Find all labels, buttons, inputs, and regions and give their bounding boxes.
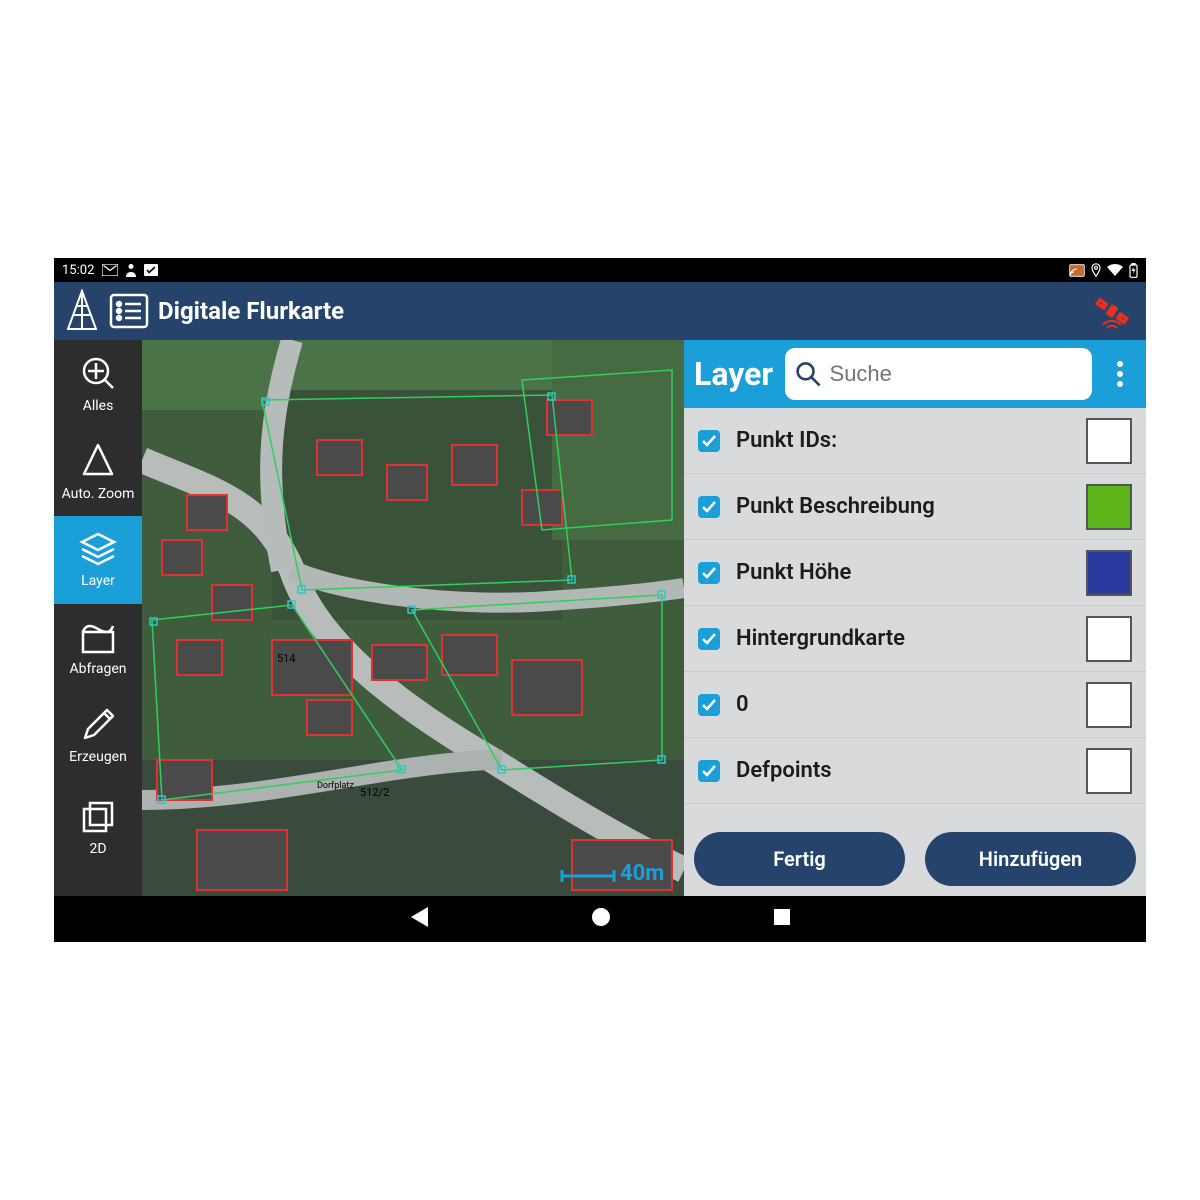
layer-row-punkt-hoehe: Punkt Höhe [684, 540, 1146, 606]
layer-row-punkt-beschreibung: Punkt Beschreibung [684, 474, 1146, 540]
svg-text:514: 514 [277, 652, 296, 665]
layer-panel: Layer [684, 340, 1146, 896]
more-menu-icon[interactable] [1104, 359, 1136, 389]
color-swatch[interactable] [1086, 418, 1132, 464]
sidebar-item-abfragen[interactable]: Abfragen [54, 604, 142, 692]
nav-recent-icon[interactable] [772, 907, 792, 931]
sidebar-item-layer[interactable]: Layer [54, 516, 142, 604]
layer-row-label: Defpoints [736, 758, 1070, 783]
checkbox[interactable] [698, 628, 720, 650]
layer-panel-title: Layer [694, 355, 773, 393]
battery-icon [1129, 263, 1138, 278]
color-swatch[interactable] [1086, 616, 1132, 662]
layer-row-defpoints: Defpoints [684, 738, 1146, 804]
layer-row-label: 0 [736, 692, 1070, 717]
person-icon [126, 263, 136, 277]
color-swatch[interactable] [1086, 682, 1132, 728]
app-bar: Digitale Flurkarte [54, 282, 1146, 340]
layer-row-punkt-ids: Punkt IDs: [684, 408, 1146, 474]
checkbox[interactable] [698, 760, 720, 782]
color-swatch[interactable] [1086, 550, 1132, 596]
checkbox[interactable] [698, 496, 720, 518]
sidebar-item-label: Abfragen [70, 661, 127, 677]
search-box[interactable] [785, 348, 1092, 400]
done-button[interactable]: Fertig [694, 832, 905, 886]
scale-label: 40m [620, 861, 664, 886]
layer-header: Layer [684, 340, 1146, 408]
search-input[interactable] [830, 361, 1082, 387]
sidebar-item-label: Erzeugen [69, 749, 127, 765]
checkbox[interactable] [698, 694, 720, 716]
android-nav-bar [54, 896, 1146, 942]
tool-sidebar: Alles Auto. Zoom Layer [54, 340, 142, 896]
layer-list[interactable]: Punkt IDs: Punkt Beschreibung Punkt Höhe [684, 408, 1146, 822]
sidebar-item-label: 2D [89, 841, 106, 857]
app-logo-icon[interactable] [58, 289, 106, 333]
search-icon [795, 359, 821, 389]
layer-row-label: Punkt Beschreibung [736, 494, 1070, 519]
sidebar-item-2d[interactable]: 2D [54, 780, 142, 876]
checkbox[interactable] [698, 430, 720, 452]
layer-button-row: Fertig Hinzufügen [684, 822, 1146, 896]
map-viewport[interactable]: 40m 514 512/2 Dorfplatz [142, 340, 684, 896]
location-icon [1091, 263, 1101, 277]
sidebar-item-label: Auto. Zoom [62, 486, 135, 502]
satellite-icon[interactable] [1088, 288, 1136, 334]
color-swatch[interactable] [1086, 748, 1132, 794]
wifi-icon [1107, 264, 1123, 276]
status-time: 15:02 [62, 263, 94, 278]
layer-row-label: Punkt IDs: [736, 428, 1070, 453]
layer-row-label: Punkt Höhe [736, 560, 1070, 585]
checkbox[interactable] [698, 562, 720, 584]
sidebar-item-alles[interactable]: Alles [54, 340, 142, 428]
sidebar-item-label: Alles [83, 398, 114, 414]
tablet-frame: 15:02 [54, 258, 1146, 942]
sidebar-item-label: Layer [81, 573, 115, 589]
list-icon[interactable] [106, 293, 152, 329]
layer-row-hintergrundkarte: Hintergrundkarte [684, 606, 1146, 672]
sidebar-item-erzeugen[interactable]: Erzeugen [54, 692, 142, 780]
nav-home-icon[interactable] [590, 906, 612, 932]
svg-text:512/2: 512/2 [360, 786, 389, 799]
add-button[interactable]: Hinzufügen [925, 832, 1136, 886]
svg-text:Dorfplatz: Dorfplatz [317, 781, 354, 791]
nav-back-icon[interactable] [408, 905, 430, 933]
cast-icon [1069, 264, 1085, 277]
check-icon [144, 264, 158, 276]
mail-icon [102, 264, 118, 276]
android-status-bar: 15:02 [54, 258, 1146, 282]
sidebar-item-autozoom[interactable]: Auto. Zoom [54, 428, 142, 516]
color-swatch[interactable] [1086, 484, 1132, 530]
app-title: Digitale Flurkarte [158, 297, 344, 325]
layer-row-0: 0 [684, 672, 1146, 738]
layer-row-label: Hintergrundkarte [736, 626, 1070, 651]
